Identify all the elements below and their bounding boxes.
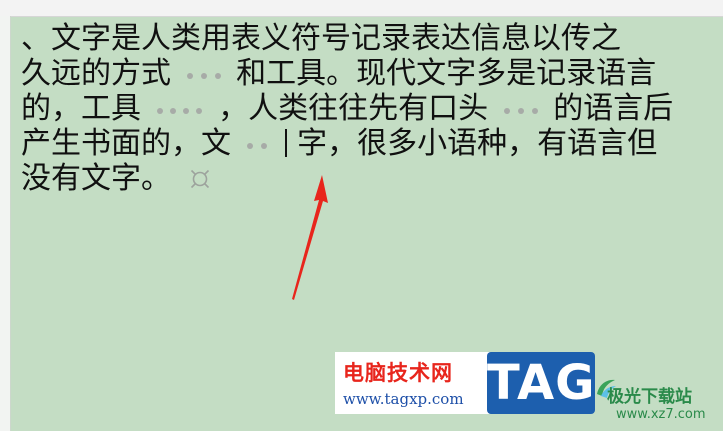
text-cursor	[285, 129, 287, 157]
text-run: 久远的方式	[21, 56, 171, 91]
text-run: ，人类往往先有口头	[218, 91, 489, 126]
text-line-2[interactable]: 久远的方式 和工具。现代文字多是记录语言	[21, 56, 723, 91]
watermark-brand-name: 极光下载站	[607, 387, 692, 407]
document-text-area[interactable]: 、文字是人类用表义符号记录表达信息以传之 久远的方式 和工具。现代文字多是记录语…	[21, 21, 723, 196]
text-line-4[interactable]: 产生书面的，文 字，很多小语种，有语言但	[21, 126, 723, 161]
watermark-overlay: 电脑技术网 www.tagxp.com TAG 极光下载站 www.xz7.co…	[335, 352, 723, 431]
space-marker-icon	[183, 60, 225, 90]
text-line-3[interactable]: 的，工具 ，人类往往先有口头 的语言后	[21, 91, 723, 126]
watermark-tag-text: TAG	[487, 355, 596, 411]
text-run: 的，工具	[21, 91, 141, 126]
red-arrow-icon	[292, 175, 328, 300]
window-top-bar	[0, 0, 723, 17]
watermark-tag-logo: TAG	[487, 352, 595, 414]
text-run: 和工具。现代文字多是记录语言	[236, 56, 657, 91]
text-line-5[interactable]: 没有文字。	[21, 161, 723, 196]
text-run: 没有文字。	[21, 161, 171, 196]
watermark-site-box: 电脑技术网 www.tagxp.com	[335, 352, 490, 414]
watermark-site-name: 电脑技术网	[343, 361, 453, 385]
space-marker-icon	[500, 95, 542, 125]
document-left-gutter	[0, 16, 11, 431]
watermark-brand-url: www.xz7.com	[616, 407, 706, 422]
text-line-1[interactable]: 、文字是人类用表义符号记录表达信息以传之	[21, 21, 723, 56]
watermark-site-url: www.tagxp.com	[343, 390, 464, 408]
space-marker-icon	[153, 95, 207, 125]
text-run: 字，很多小语种，有语言但	[297, 126, 658, 161]
text-run: 的语言后	[553, 91, 674, 126]
space-marker-icon	[243, 130, 273, 160]
text-run: 产生书面的，文	[21, 126, 231, 161]
text-run: 、文字是人类用表义符号记录表达信息以传之	[21, 21, 621, 56]
paragraph-mark-icon	[189, 168, 211, 190]
